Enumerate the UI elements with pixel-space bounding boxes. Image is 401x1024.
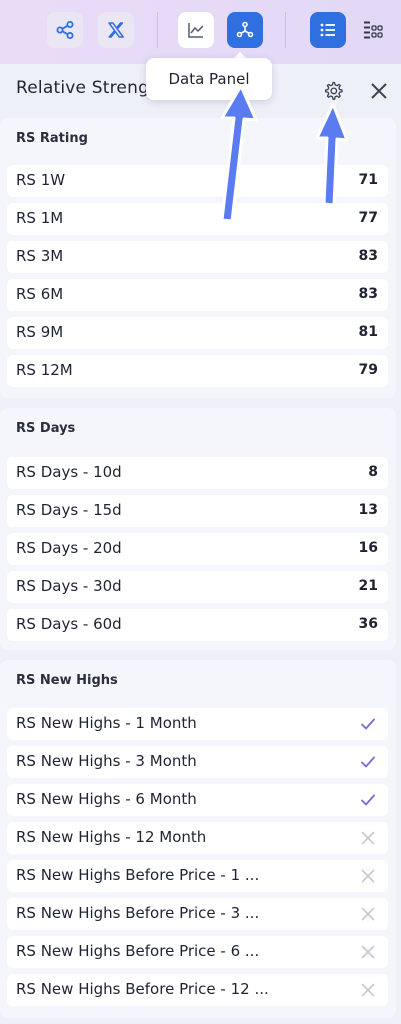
- list-item[interactable]: RS Days - 60d 36: [7, 609, 388, 641]
- list-item[interactable]: RS 6M 83: [7, 279, 388, 311]
- list-item-label: RS Days - 20d: [16, 539, 122, 557]
- list-item-label: RS Days - 30d: [16, 577, 122, 595]
- list-item[interactable]: RS New Highs Before Price - 6 ...: [7, 936, 388, 968]
- list-item-label: RS 9M: [16, 323, 64, 341]
- list-item-value: 83: [358, 286, 378, 302]
- cross-icon: [361, 869, 375, 883]
- list-item[interactable]: RS 12M 79: [7, 355, 388, 387]
- list-item[interactable]: RS New Highs - 3 Month: [7, 746, 388, 778]
- cross-icon: [361, 983, 375, 997]
- list-item[interactable]: RS New Highs Before Price - 1 ...: [7, 860, 388, 892]
- list-item-value: 8: [368, 464, 378, 480]
- section-title: RS Days: [16, 421, 76, 436]
- cross-icon: [361, 907, 375, 921]
- annotation-arrow: [220, 84, 258, 223]
- list-item-value: 21: [358, 578, 378, 594]
- list-item-label: RS Days - 10d: [16, 463, 122, 481]
- list-item-label: RS New Highs Before Price - 6 ...: [16, 942, 260, 960]
- list-item-label: RS New Highs Before Price - 1 ...: [16, 866, 260, 884]
- list-item-label: RS New Highs Before Price - 3 ...: [16, 904, 260, 922]
- list-item-value: 13: [358, 502, 378, 518]
- list-item-label: RS 6M: [16, 285, 64, 303]
- list-item-value: 79: [358, 362, 378, 378]
- list-item[interactable]: RS New Highs Before Price - 3 ...: [7, 898, 388, 930]
- list-item[interactable]: RS New Highs - 1 Month: [7, 708, 388, 740]
- list-item-value: 16: [358, 540, 378, 556]
- list-item[interactable]: RS Days - 15d 13: [7, 495, 388, 527]
- list-item[interactable]: RS Days - 20d 16: [7, 533, 388, 565]
- check-icon: [361, 718, 375, 730]
- list-item[interactable]: RS Days - 10d 8: [7, 457, 388, 489]
- check-icon: [361, 794, 375, 806]
- rs-days-section: RS Days RS Days - 10d 8 RS Days - 15d 13 RS …: [0, 408, 396, 650]
- check-icon: [361, 756, 375, 768]
- annotation-arrow: [315, 102, 349, 207]
- list-item-label: RS Days - 15d: [16, 501, 122, 519]
- rs-new-highs-section: RS New Highs RS New Highs - 1 Month RS Ne…: [0, 660, 396, 1018]
- list-item[interactable]: RS Days - 30d 21: [7, 571, 388, 603]
- list-item-label: RS New Highs - 1 Month: [16, 714, 197, 732]
- list-item-label: RS New Highs - 3 Month: [16, 752, 197, 770]
- section-title: RS New Highs: [16, 673, 118, 688]
- list-item-label: RS Days - 60d: [16, 615, 122, 633]
- list-item[interactable]: RS New Highs Before Price - 12 ...: [7, 974, 388, 1006]
- list-item[interactable]: RS New Highs - 6 Month: [7, 784, 388, 816]
- list-item-label: RS New Highs - 12 Month: [16, 828, 207, 846]
- list-item-label: RS New Highs - 6 Month: [16, 790, 197, 808]
- list-item-value: 81: [358, 324, 378, 340]
- list-item[interactable]: RS New Highs - 12 Month: [7, 822, 388, 854]
- list-item-label: RS 12M: [16, 361, 73, 379]
- list-item-value: 36: [358, 616, 378, 632]
- annotation-arrows: [220, 84, 349, 223]
- cross-icon: [361, 945, 375, 959]
- cross-icon: [361, 831, 375, 845]
- list-item[interactable]: RS 9M 81: [7, 317, 388, 349]
- list-item-label: RS New Highs Before Price - 12 ...: [16, 980, 269, 998]
